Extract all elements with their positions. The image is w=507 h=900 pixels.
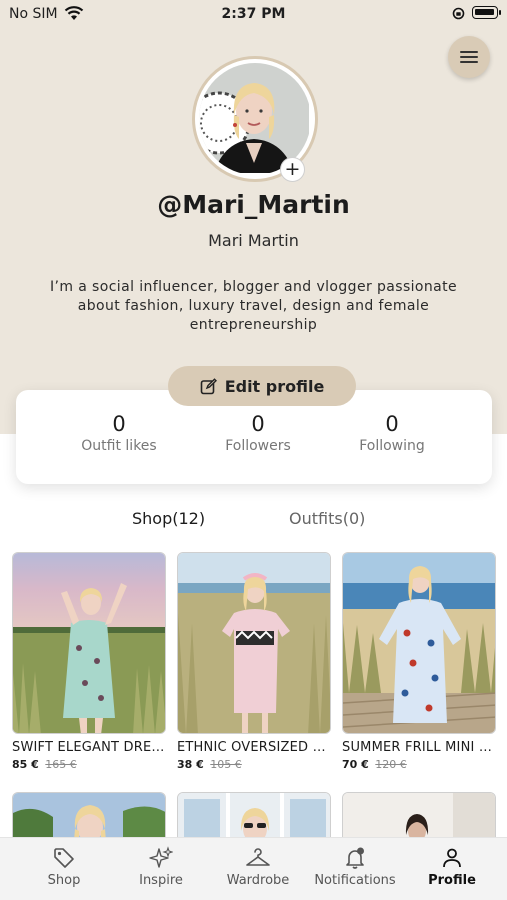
stat-label: Following xyxy=(359,438,425,454)
stat-label: Followers xyxy=(225,438,291,454)
tag-icon xyxy=(54,848,74,868)
stat-followers[interactable]: 0 Followers xyxy=(183,412,333,454)
stat-outfit-likes[interactable]: 0 Outfit likes xyxy=(44,412,194,454)
tab-shop[interactable]: Shop(12) xyxy=(132,509,205,528)
bell-icon xyxy=(346,847,364,869)
stat-label: Outfit likes xyxy=(81,438,157,454)
product-old-price: 165 € xyxy=(45,758,77,771)
nav-wardrobe[interactable]: Wardrobe xyxy=(208,846,308,888)
clock: 2:37 PM xyxy=(221,6,286,22)
bottom-tab-bar: Shop Inspire Wardrobe Notifications Prof… xyxy=(0,837,507,900)
plus-icon: + xyxy=(284,158,301,180)
hanger-icon xyxy=(246,848,270,866)
product-card[interactable]: SUMMER FRILL MINI DRESS 70 € 120 € xyxy=(342,552,496,771)
product-price: 85 € xyxy=(12,758,39,771)
profile-name: Mari Martin xyxy=(208,231,299,250)
edit-icon xyxy=(200,377,217,394)
status-bar: No SIM 2:37 PM xyxy=(0,0,507,30)
battery-tip xyxy=(499,10,501,15)
product-image xyxy=(342,552,496,734)
sparkles-icon xyxy=(149,846,173,868)
nav-label: Shop xyxy=(47,873,81,888)
content-tabs: Shop(12) Outfits(0) xyxy=(0,509,507,531)
stat-following[interactable]: 0 Following xyxy=(317,412,467,454)
product-name: SUMMER FRILL MINI DRESS xyxy=(342,740,496,755)
nav-shop[interactable]: Shop xyxy=(14,846,114,888)
product-prices: 38 € 105 € xyxy=(177,758,331,771)
nav-label: Wardrobe xyxy=(226,873,290,888)
product-price: 70 € xyxy=(342,758,369,771)
profile-handle: @Mari_Martin xyxy=(157,190,350,219)
menu-button[interactable] xyxy=(448,36,490,78)
product-old-price: 120 € xyxy=(375,758,407,771)
product-prices: 70 € 120 € xyxy=(342,758,496,771)
profile-bio: I’m a social influencer, blogger and vlo… xyxy=(49,279,458,333)
stat-value: 0 xyxy=(385,412,399,436)
edit-profile-button[interactable]: Edit profile xyxy=(168,366,356,406)
nav-inspire[interactable]: Inspire xyxy=(111,846,211,888)
product-card[interactable]: ETHNIC OVERSIZED DRESS 38 € 105 € xyxy=(177,552,331,771)
tab-outfits[interactable]: Outfits(0) xyxy=(289,509,365,528)
product-name: ETHNIC OVERSIZED DRESS xyxy=(177,740,331,755)
stat-value: 0 xyxy=(112,412,126,436)
nav-label: Notifications xyxy=(314,873,396,888)
hamburger-icon xyxy=(460,51,478,63)
nav-notifications[interactable]: Notifications xyxy=(305,846,405,888)
battery-icon xyxy=(472,6,498,19)
product-prices: 85 € 165 € xyxy=(12,758,166,771)
orientation-lock-icon xyxy=(452,7,465,24)
stat-value: 0 xyxy=(251,412,265,436)
nav-label: Inspire xyxy=(139,873,183,888)
product-old-price: 105 € xyxy=(210,758,242,771)
add-photo-button[interactable]: + xyxy=(280,157,305,182)
product-name: SWIFT ELEGANT DRESS xyxy=(12,740,166,755)
product-image xyxy=(12,552,166,734)
nav-profile[interactable]: Profile xyxy=(402,846,502,888)
person-icon xyxy=(443,848,461,868)
product-price: 38 € xyxy=(177,758,204,771)
product-card[interactable]: SWIFT ELEGANT DRESS 85 € 165 € xyxy=(12,552,166,771)
edit-profile-label: Edit profile xyxy=(224,376,325,396)
nav-label: Profile xyxy=(428,873,476,888)
product-image xyxy=(177,552,331,734)
